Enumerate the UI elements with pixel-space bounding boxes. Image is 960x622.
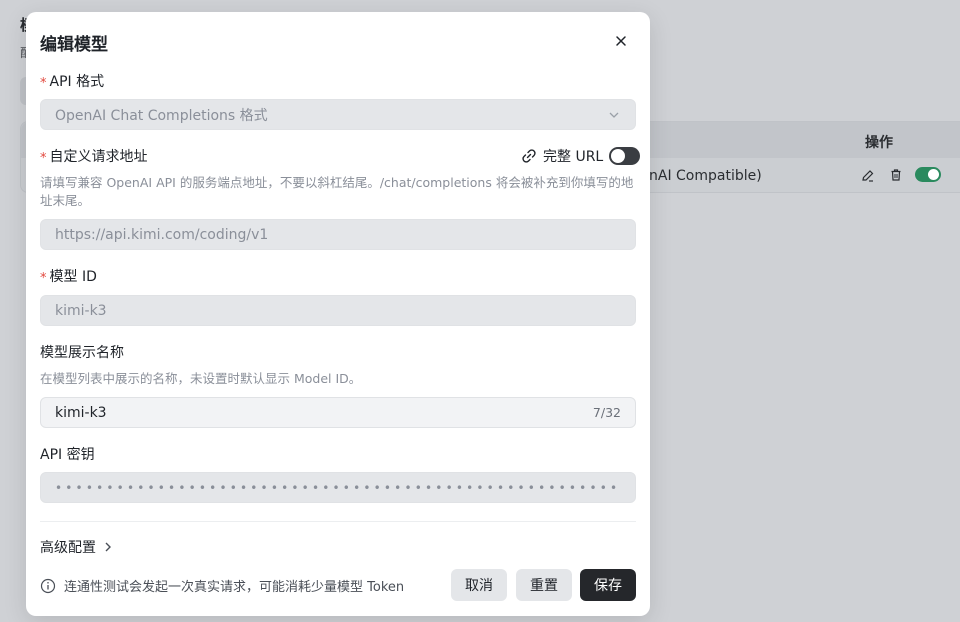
display-name-value: kimi-k3 [55,404,107,421]
api-key-masked-value: ••••••••••••••••••••••••••••••••••••••••… [55,480,621,495]
display-name-hint: 在模型列表中展示的名称，未设置时默认显示 Model ID。 [40,371,362,386]
api-format-label-text: API 格式 [49,74,105,90]
required-marker: * [40,150,47,166]
api-key-label: API 密钥 [40,447,95,463]
chevron-down-icon [607,108,621,122]
custom-url-label: * 自定义请求地址 [40,146,148,166]
api-format-label: * API 格式 [40,71,104,91]
custom-url-value: https://api.kimi.com/coding/v1 [55,226,269,243]
chevron-right-icon [105,542,111,552]
cancel-button[interactable]: 取消 [451,569,507,601]
divider [40,521,636,522]
api-format-value: OpenAI Chat Completions 格式 [55,107,268,124]
close-icon [616,36,626,46]
model-id-label-text: 模型 ID [49,269,97,285]
custom-url-hint: 请填写兼容 OpenAI API 的服务端点地址，不要以斜杠结尾。/chat/c… [40,175,634,208]
full-url-label: 完整 URL [543,149,604,165]
full-url-option: 完整 URL [521,146,641,166]
required-marker: * [40,270,47,286]
model-id-value: kimi-k3 [55,302,107,319]
save-button[interactable]: 保存 [580,569,636,601]
close-button[interactable] [610,30,632,52]
actions-column-header: 操作 [865,135,893,151]
display-name-input[interactable]: kimi-k3 7/32 [40,397,636,428]
api-format-select[interactable]: OpenAI Chat Completions 格式 [40,99,636,130]
model-id-input[interactable]: kimi-k3 [40,295,636,326]
display-name-label: 模型展示名称 [40,345,124,361]
info-icon [40,578,56,593]
connectivity-note: 连通性测试会发起一次真实请求，可能消耗少量模型 Token [40,576,404,595]
enabled-toggle [915,167,941,182]
required-marker: * [40,75,47,91]
custom-url-label-text: 自定义请求地址 [49,149,148,165]
table-cell-provider: nAI Compatible) [649,168,762,184]
edit-icon [861,168,875,187]
dialog-title: 编辑模型 [40,35,108,55]
model-id-label: * 模型 ID [40,266,97,286]
reset-button[interactable]: 重置 [516,569,572,601]
trash-icon [889,167,903,186]
advanced-config-label: 高级配置 [40,540,96,556]
advanced-config-toggle[interactable]: 高级配置 [40,537,112,557]
custom-url-input[interactable]: https://api.kimi.com/coding/v1 [40,219,636,250]
connectivity-note-text: 连通性测试会发起一次真实请求，可能消耗少量模型 Token [64,580,405,595]
link-icon [522,149,536,163]
api-key-input[interactable]: ••••••••••••••••••••••••••••••••••••••••… [40,472,636,503]
character-counter: 7/32 [592,405,621,420]
full-url-toggle[interactable] [609,147,641,165]
edit-model-dialog: 编辑模型 * API 格式 OpenAI Chat Completions 格式… [26,12,650,616]
